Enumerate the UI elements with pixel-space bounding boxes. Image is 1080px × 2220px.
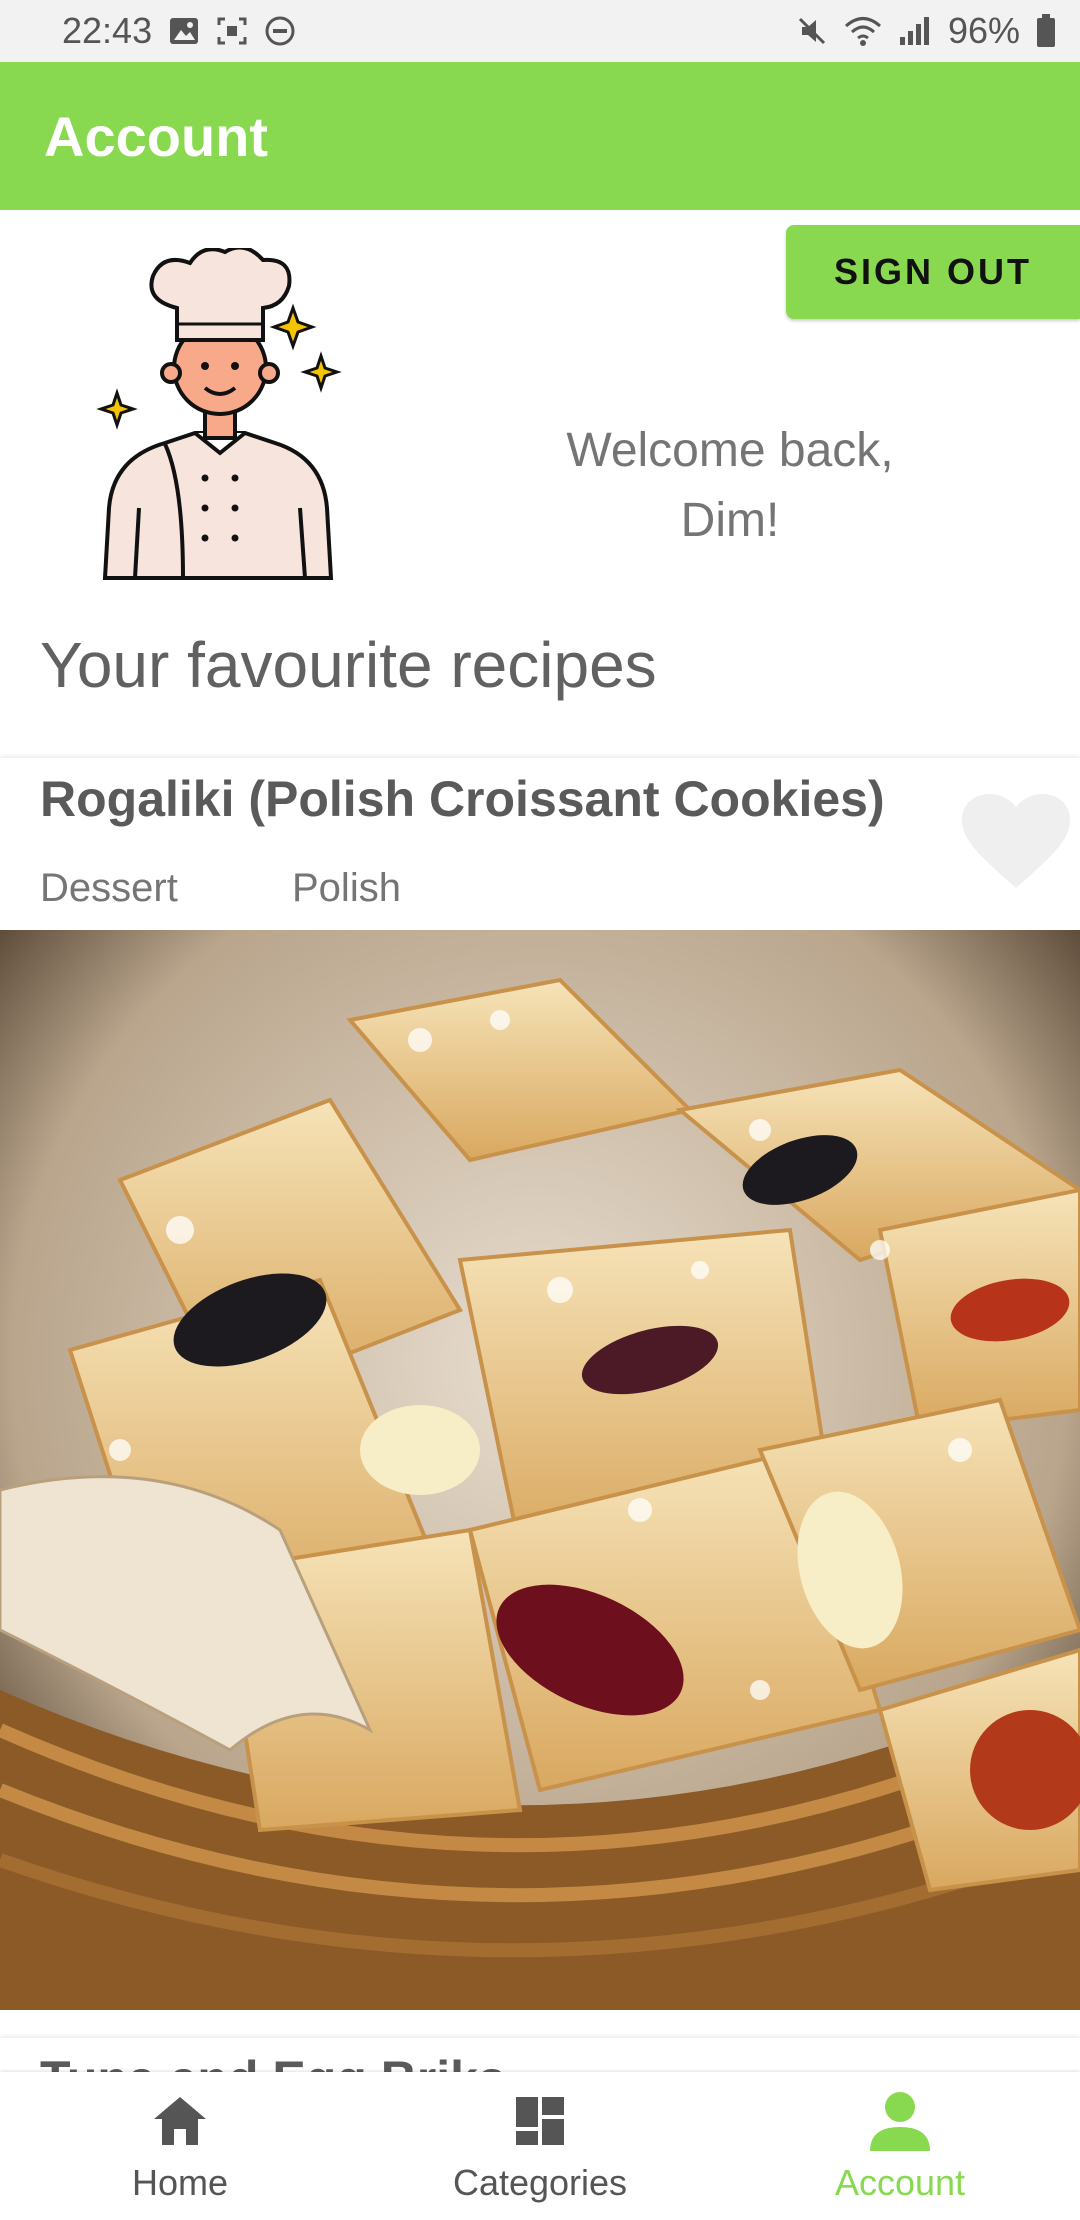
image-icon — [168, 16, 200, 46]
recipe-category: Dessert — [40, 866, 178, 910]
nav-categories[interactable]: Categories — [360, 2072, 720, 2220]
screenshot-icon — [216, 16, 248, 46]
page-title: Account — [44, 104, 268, 168]
chef-avatar-icon — [95, 245, 345, 588]
battery-percent: 96% — [947, 10, 1020, 51]
status-time: 22:43 — [62, 10, 153, 51]
account-icon — [868, 2088, 932, 2154]
heart-icon[interactable] — [960, 792, 1072, 892]
nav-account-label: Account — [834, 2162, 966, 2203]
dnd-icon — [264, 15, 296, 47]
nav-account[interactable]: Account — [720, 2072, 1080, 2220]
nav-home[interactable]: Home — [0, 2072, 360, 2220]
welcome-line-2: Dim! — [680, 494, 780, 547]
nav-home-label: Home — [131, 2162, 229, 2203]
battery-icon — [1036, 14, 1056, 48]
welcome-line-1: Welcome back, — [566, 424, 894, 477]
app-bar: Account — [0, 62, 1080, 210]
signal-icon — [898, 15, 932, 47]
sign-out-button[interactable]: SIGN OUT — [786, 225, 1080, 319]
welcome-message: Welcome back, Dim! — [520, 416, 940, 556]
recipe-area: Polish — [292, 866, 401, 910]
favourites-section-title: Your favourite recipes — [40, 629, 657, 701]
recipe-title: Rogaliki (Polish Croissant Cookies) — [40, 771, 885, 827]
categories-icon — [514, 2088, 566, 2154]
home-icon — [152, 2088, 208, 2154]
bottom-navigation: Home Categories Account — [0, 2072, 1080, 2220]
status-bar: 22:43 96% — [0, 0, 1080, 62]
wifi-icon — [844, 15, 882, 47]
nav-categories-label: Categories — [452, 2162, 628, 2203]
mute-icon — [796, 15, 828, 47]
recipe-image[interactable] — [0, 930, 1080, 2010]
